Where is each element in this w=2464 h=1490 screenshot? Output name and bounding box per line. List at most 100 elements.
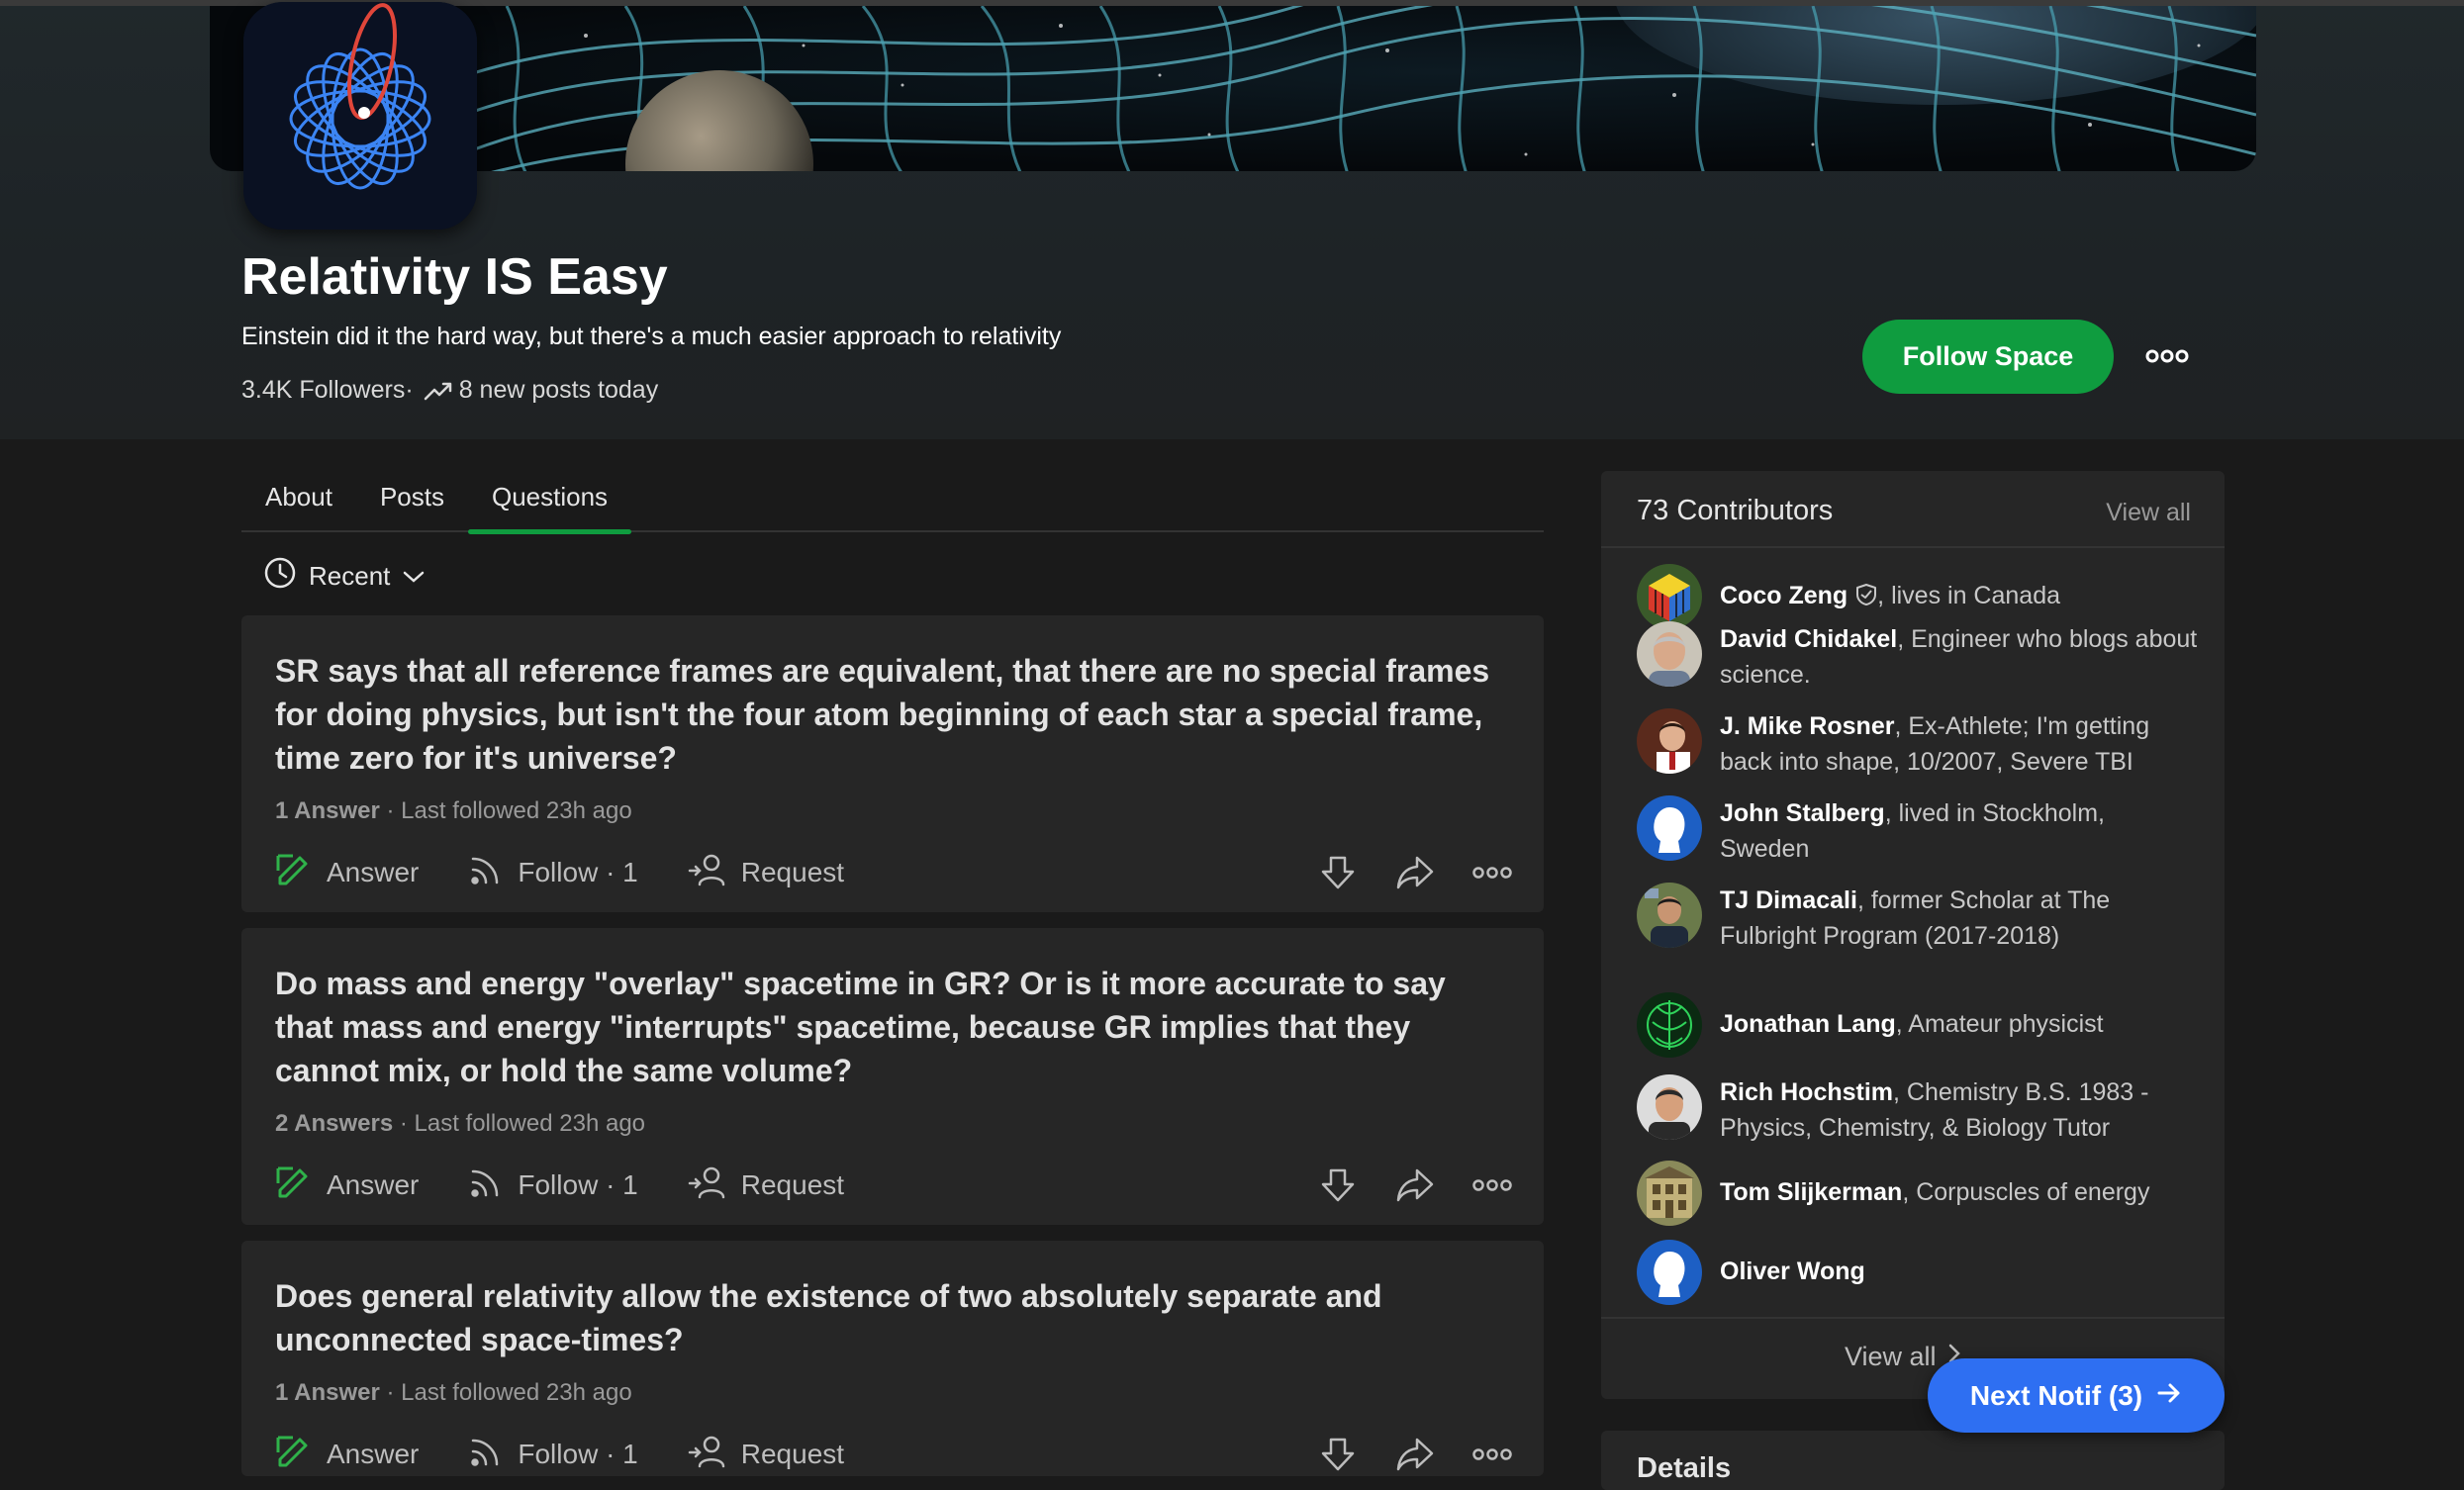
follow-space-button[interactable]: Follow Space bbox=[1862, 320, 2114, 394]
request-label: Request bbox=[740, 1439, 845, 1469]
question-meta: 1 Answer · Last followed 23h ago bbox=[275, 1379, 632, 1407]
contributor-item[interactable]: TJ Dimacali, former Scholar at The Fulbr… bbox=[1637, 883, 2201, 954]
tab-about[interactable]: About bbox=[241, 461, 356, 532]
avatar[interactable] bbox=[1637, 1074, 1702, 1140]
pencil-icon bbox=[275, 1164, 313, 1208]
more-options-icon[interactable] bbox=[1472, 1165, 1512, 1205]
answer-label: Answer bbox=[327, 857, 420, 887]
question-meta: 1 Answer · Last followed 23h ago bbox=[275, 797, 632, 825]
follow-count: · 1 bbox=[598, 1439, 638, 1469]
request-person-icon bbox=[688, 852, 727, 894]
contributor-name[interactable]: John Stalberg bbox=[1720, 799, 1885, 827]
contributor-item[interactable]: Jonathan Lang, Amateur physicist bbox=[1637, 992, 2201, 1058]
follow-label: Follow bbox=[518, 1169, 599, 1200]
answer-count[interactable]: 1 Answer bbox=[275, 797, 380, 824]
request-button[interactable]: Request bbox=[688, 1164, 844, 1207]
contributor-name[interactable]: Rich Hochstim bbox=[1720, 1078, 1893, 1106]
answer-button[interactable]: Answer bbox=[275, 1164, 419, 1208]
stats-separator: · bbox=[405, 376, 414, 404]
answer-label: Answer bbox=[327, 1169, 420, 1200]
more-options-icon[interactable] bbox=[1472, 1435, 1512, 1474]
shield-check-icon bbox=[1855, 581, 1877, 616]
contributor-name[interactable]: Oliver Wong bbox=[1720, 1257, 1865, 1285]
contributor-name[interactable]: David Chidakel bbox=[1720, 625, 1897, 653]
request-label: Request bbox=[740, 1169, 845, 1200]
request-button[interactable]: Request bbox=[688, 852, 844, 894]
share-icon[interactable] bbox=[1395, 853, 1435, 892]
answer-count[interactable]: 1 Answer bbox=[275, 1379, 380, 1406]
tab-posts[interactable]: Posts bbox=[356, 461, 468, 532]
question-actions: Answer Follow · 1 Request bbox=[275, 1431, 1512, 1478]
question-title[interactable]: Do mass and energy "overlay" spacetime i… bbox=[275, 962, 1512, 1092]
next-notification-button[interactable]: Next Notif (3) bbox=[1928, 1358, 2225, 1433]
share-icon[interactable] bbox=[1395, 1435, 1435, 1474]
question-actions: Answer Follow · 1 Request bbox=[275, 849, 1512, 896]
avatar[interactable] bbox=[1637, 883, 1702, 948]
view-all-link[interactable]: View all bbox=[2106, 499, 2191, 527]
arrow-right-icon bbox=[2156, 1380, 2182, 1412]
avatar[interactable] bbox=[1637, 795, 1702, 861]
followers-count[interactable]: 3.4K Followers bbox=[241, 376, 405, 405]
downvote-icon[interactable] bbox=[1318, 853, 1358, 892]
rss-follow-icon bbox=[468, 852, 504, 894]
details-panel: Details bbox=[1601, 1431, 2225, 1490]
more-options-icon[interactable] bbox=[2143, 336, 2191, 376]
request-button[interactable]: Request bbox=[688, 1434, 844, 1476]
request-person-icon bbox=[688, 1164, 727, 1207]
avatar[interactable] bbox=[1637, 992, 1702, 1058]
avatar[interactable] bbox=[1637, 1240, 1702, 1305]
answer-button[interactable]: Answer bbox=[275, 851, 419, 895]
follow-count: · 1 bbox=[598, 857, 638, 887]
space-tabs: About Posts Questions bbox=[241, 461, 1544, 534]
share-icon[interactable] bbox=[1395, 1165, 1435, 1205]
follow-question-button[interactable]: Follow · 1 bbox=[468, 852, 638, 894]
avatar[interactable] bbox=[1637, 1161, 1702, 1226]
request-label: Request bbox=[740, 857, 845, 887]
contributor-name[interactable]: Coco Zeng bbox=[1720, 582, 1848, 609]
last-followed: · Last followed 23h ago bbox=[379, 1379, 632, 1406]
contributor-name[interactable]: J. Mike Rosner bbox=[1720, 712, 1894, 740]
pencil-icon bbox=[275, 851, 313, 895]
question-title[interactable]: SR says that all reference frames are eq… bbox=[275, 649, 1512, 780]
contributor-item[interactable]: Oliver Wong bbox=[1637, 1240, 2201, 1305]
follow-question-button[interactable]: Follow · 1 bbox=[468, 1164, 638, 1207]
contributor-item[interactable]: David Chidakel, Engineer who blogs about… bbox=[1637, 621, 2201, 693]
details-title: Details bbox=[1637, 1452, 1732, 1484]
follow-label: Follow bbox=[518, 857, 599, 887]
contributor-desc: , Amateur physicist bbox=[1895, 1010, 2104, 1038]
contributors-header: 73 Contributors View all bbox=[1601, 471, 2225, 548]
contributor-name[interactable]: TJ Dimacali bbox=[1720, 886, 1857, 914]
rss-follow-icon bbox=[468, 1434, 504, 1476]
contributor-name[interactable]: Jonathan Lang bbox=[1720, 1010, 1896, 1038]
answer-label: Answer bbox=[327, 1439, 420, 1469]
question-meta: 2 Answers · Last followed 23h ago bbox=[275, 1110, 645, 1138]
space-banner-image bbox=[210, 6, 2256, 171]
answer-count[interactable]: 2 Answers bbox=[275, 1110, 393, 1137]
contributor-item[interactable]: J. Mike Rosner, Ex-Athlete; I'm getting … bbox=[1637, 708, 2201, 780]
answer-button[interactable]: Answer bbox=[275, 1433, 419, 1477]
contributor-item[interactable]: Rich Hochstim, Chemistry B.S. 1983 - Phy… bbox=[1637, 1074, 2201, 1146]
recent-clock-icon bbox=[263, 556, 297, 597]
contributor-name[interactable]: Tom Slijkerman bbox=[1720, 1178, 1902, 1206]
question-title[interactable]: Does general relativity allow the existe… bbox=[275, 1274, 1512, 1361]
avatar[interactable] bbox=[1637, 564, 1702, 629]
follow-question-button[interactable]: Follow · 1 bbox=[468, 1434, 638, 1476]
contributor-desc: , Corpuscles of energy bbox=[1902, 1178, 2150, 1206]
contributor-item[interactable]: Tom Slijkerman, Corpuscles of energy bbox=[1637, 1161, 2201, 1226]
contributor-item[interactable]: John Stalberg, lived in Stockholm, Swede… bbox=[1637, 795, 2201, 867]
sort-label: Recent bbox=[309, 561, 391, 591]
tab-questions[interactable]: Questions bbox=[467, 461, 632, 534]
contributor-item[interactable]: Coco Zeng , lives in Canada bbox=[1637, 564, 2201, 629]
question-card: Do mass and energy "overlay" spacetime i… bbox=[241, 928, 1544, 1225]
avatar[interactable] bbox=[1637, 708, 1702, 774]
more-options-icon[interactable] bbox=[1472, 853, 1512, 892]
downvote-icon[interactable] bbox=[1318, 1435, 1358, 1474]
last-followed: · Last followed 23h ago bbox=[393, 1110, 646, 1137]
avatar[interactable] bbox=[1637, 621, 1702, 687]
contributor-desc: , lives in Canada bbox=[1877, 582, 2060, 609]
question-card: Does general relativity allow the existe… bbox=[241, 1241, 1544, 1476]
sort-dropdown[interactable]: Recent bbox=[263, 556, 426, 597]
contributors-title: 73 Contributors bbox=[1637, 495, 1834, 526]
chevron-down-icon bbox=[402, 561, 426, 592]
downvote-icon[interactable] bbox=[1318, 1165, 1358, 1205]
